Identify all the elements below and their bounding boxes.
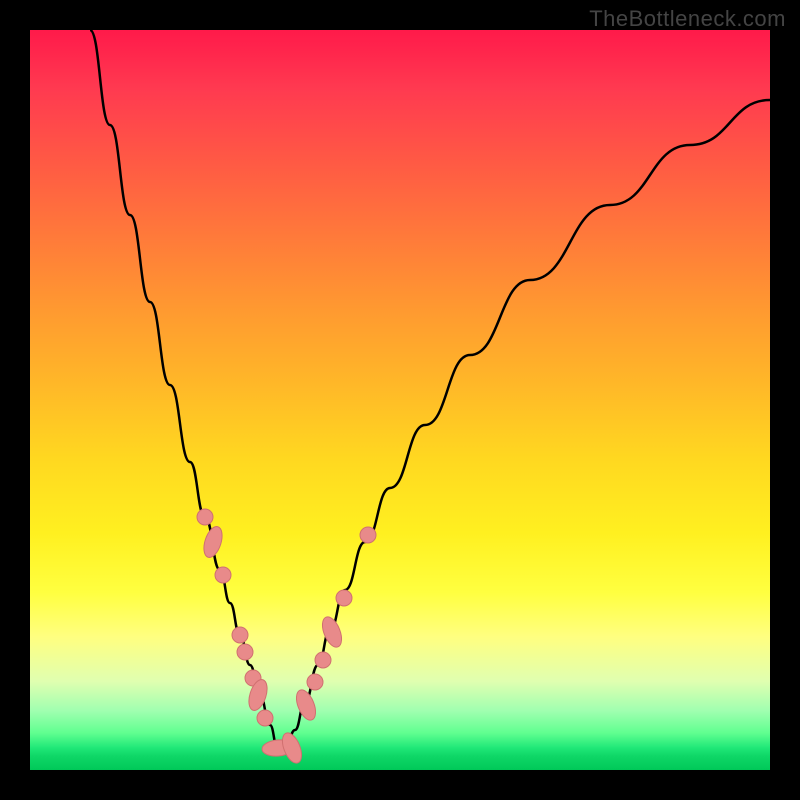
data-markers bbox=[197, 509, 376, 766]
data-marker bbox=[257, 710, 273, 726]
data-marker bbox=[336, 590, 352, 606]
data-marker bbox=[293, 687, 320, 723]
left-curve bbox=[90, 30, 278, 750]
data-marker bbox=[360, 527, 376, 543]
data-marker bbox=[315, 652, 331, 668]
data-marker bbox=[200, 524, 225, 559]
data-marker bbox=[237, 644, 253, 660]
watermark-text: TheBottleneck.com bbox=[589, 6, 786, 32]
right-curve bbox=[285, 100, 770, 750]
bottleneck-chart bbox=[30, 30, 770, 770]
data-marker bbox=[197, 509, 213, 525]
data-marker bbox=[215, 567, 231, 583]
data-marker bbox=[307, 674, 323, 690]
data-marker bbox=[319, 614, 346, 650]
data-marker bbox=[232, 627, 248, 643]
